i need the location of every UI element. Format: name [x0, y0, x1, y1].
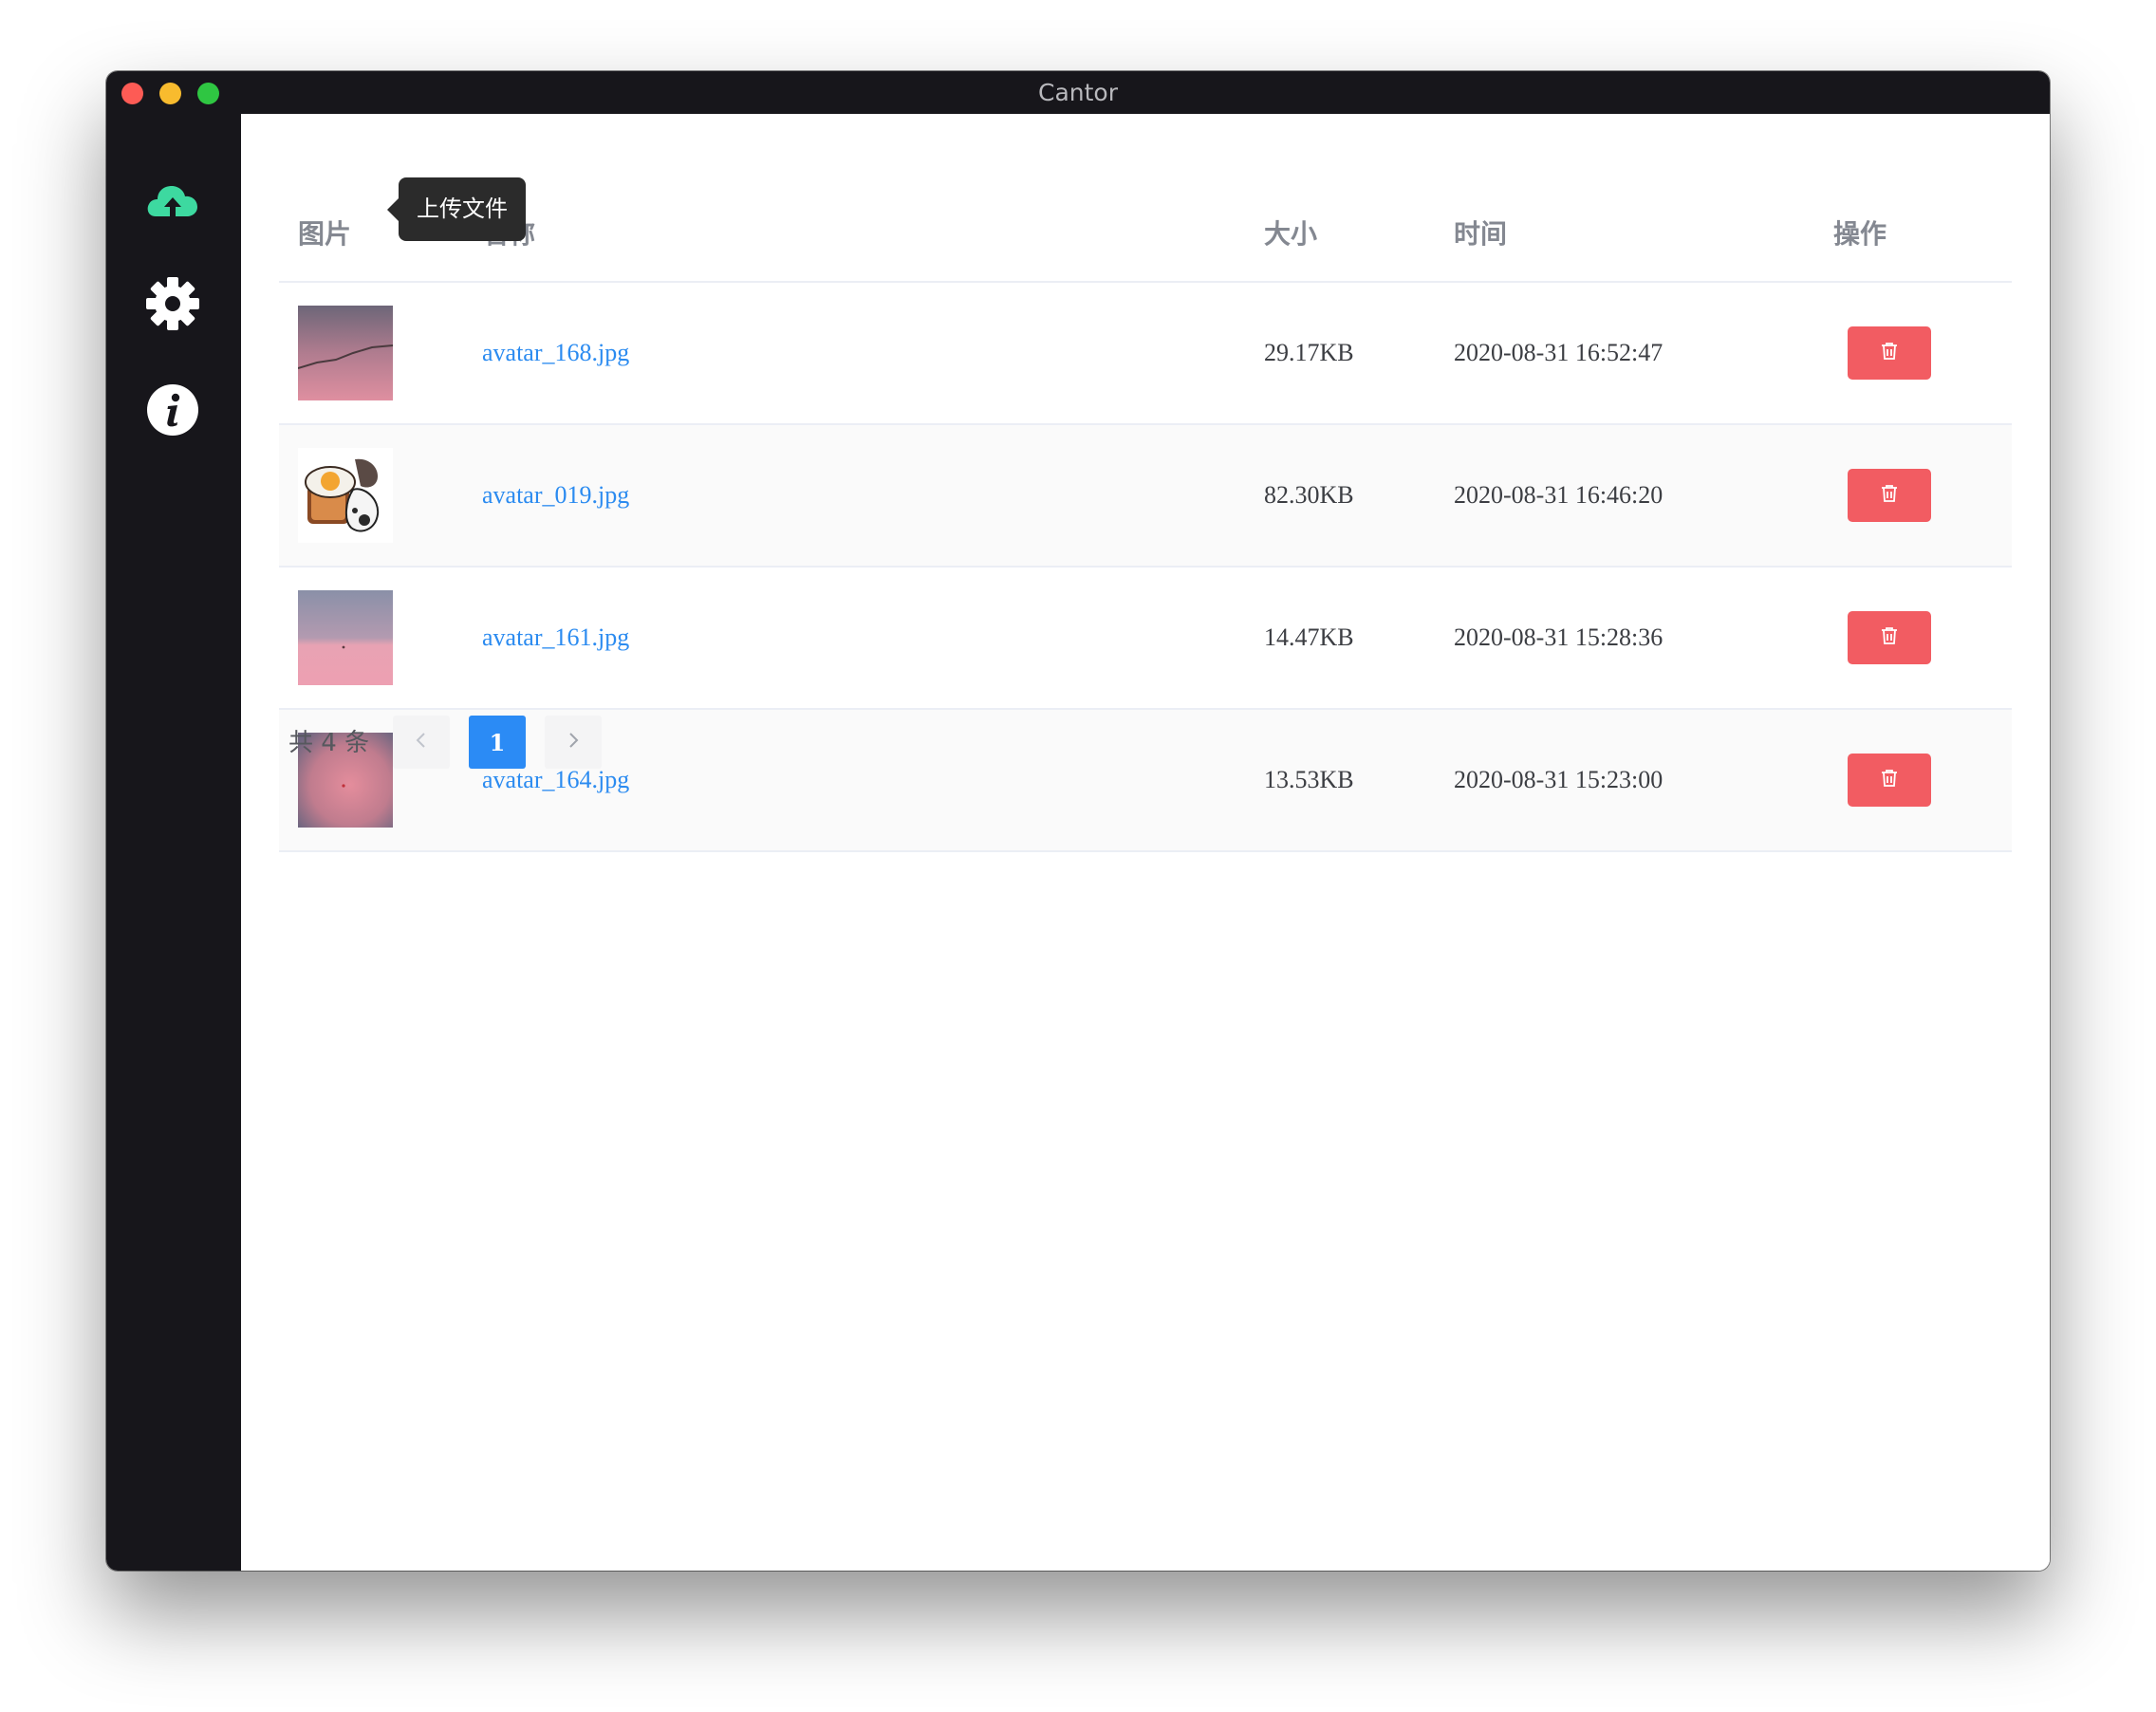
- file-size: 82.30KB: [1264, 481, 1354, 509]
- file-name-link[interactable]: avatar_161.jpg: [482, 568, 629, 708]
- trash-icon: [1879, 483, 1900, 508]
- chevron-right-icon: [566, 731, 581, 754]
- file-time: 2020-08-31 16:52:47: [1454, 339, 1663, 366]
- file-size: 13.53KB: [1264, 766, 1354, 793]
- file-time: 2020-08-31 15:23:00: [1454, 766, 1663, 793]
- thumbnail-image[interactable]: [298, 590, 393, 685]
- file-name-link[interactable]: avatar_168.jpg: [482, 283, 629, 423]
- main-content: 上传文件 图片 名称 大小 时间 操作: [241, 114, 2050, 1571]
- upload-tooltip: 上传文件: [387, 177, 526, 241]
- table-header: 图片 名称 大小 时间 操作: [279, 188, 2012, 283]
- page-number-button[interactable]: 1: [469, 716, 526, 769]
- delete-button[interactable]: [1848, 326, 1931, 380]
- gear-icon: [142, 273, 203, 334]
- file-size: 14.47KB: [1264, 623, 1354, 651]
- column-header-time: 时间: [1454, 218, 1508, 250]
- thumbnail-image[interactable]: [298, 448, 393, 543]
- app-window: Cantor 上传文件 图片 大小 时间 操作 avatar_168.jpg 2…: [106, 71, 2050, 1571]
- prev-page-button[interactable]: [393, 716, 450, 769]
- cloud-upload-icon: [142, 171, 203, 232]
- file-size: 29.17KB: [1264, 339, 1354, 366]
- file-name-link[interactable]: avatar_019.jpg: [482, 425, 629, 566]
- table-row: avatar_161.jpg 14.47KB 2020-08-31 15:28:…: [279, 568, 2012, 710]
- title-bar: Cantor: [106, 71, 2050, 114]
- file-time: 2020-08-31 16:46:20: [1454, 481, 1663, 509]
- delete-button[interactable]: [1848, 611, 1931, 664]
- pagination-total: 共 4 条: [288, 729, 370, 757]
- window-title: Cantor: [1038, 79, 1118, 106]
- sidebar-upload-button[interactable]: [142, 171, 203, 232]
- delete-button[interactable]: [1848, 754, 1931, 807]
- sidebar-settings-button[interactable]: [142, 273, 203, 334]
- chevron-left-icon: [414, 731, 429, 754]
- column-header-image: 图片: [298, 218, 352, 250]
- next-page-button[interactable]: [545, 716, 602, 769]
- sidebar-about-button[interactable]: [142, 380, 203, 440]
- column-header-size: 大小: [1264, 218, 1318, 250]
- trash-icon: [1879, 625, 1900, 650]
- info-icon: [142, 380, 203, 440]
- sidebar: [106, 114, 241, 1571]
- thumbnail-image[interactable]: [298, 306, 393, 400]
- column-header-actions: 操作: [1833, 218, 1887, 250]
- table-row: avatar_168.jpg 29.17KB 2020-08-31 16:52:…: [279, 283, 2012, 425]
- table-row: avatar_019.jpg 82.30KB 2020-08-31 16:46:…: [279, 425, 2012, 568]
- pagination: 共 4 条 1: [279, 716, 848, 771]
- trash-icon: [1879, 341, 1900, 365]
- trash-icon: [1879, 768, 1900, 792]
- file-time: 2020-08-31 15:28:36: [1454, 623, 1663, 651]
- delete-button[interactable]: [1848, 469, 1931, 522]
